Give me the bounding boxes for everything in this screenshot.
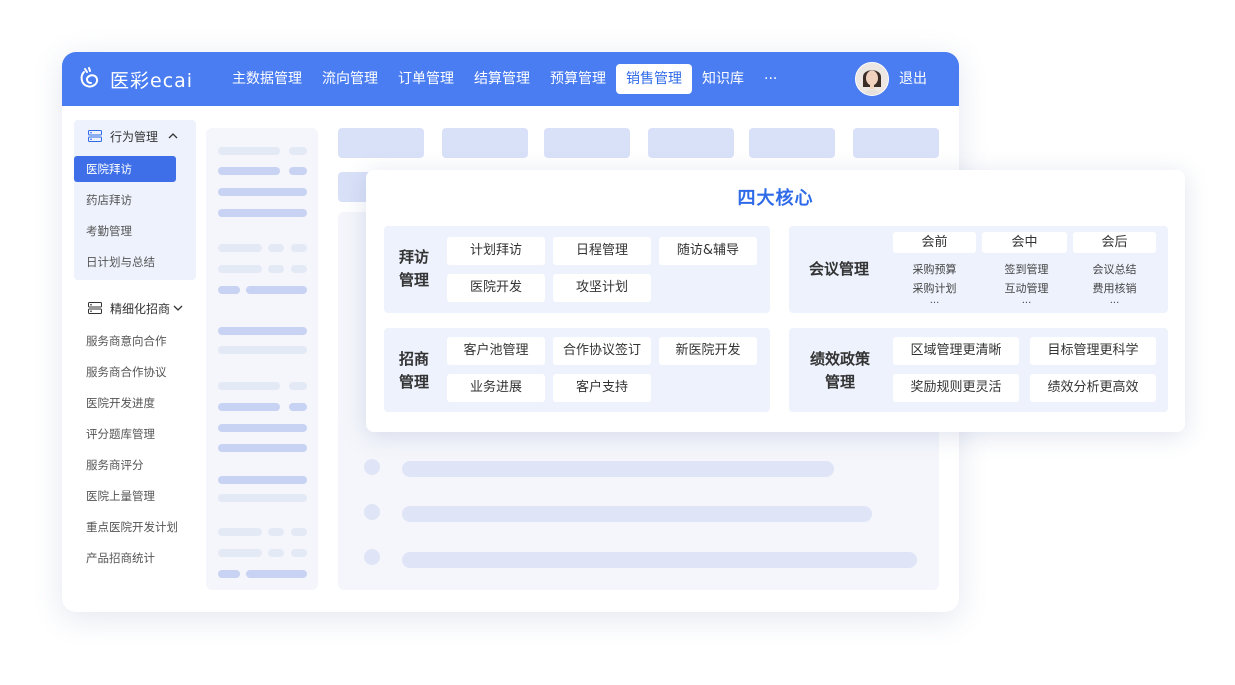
sidebar-item-cooperation-agreement[interactable]: 服务商合作协议 bbox=[74, 359, 176, 385]
sidebar-item-attendance[interactable]: 考勤管理 bbox=[74, 218, 176, 244]
nav-item-sales[interactable]: 销售管理 bbox=[616, 64, 692, 94]
before-more: ··· bbox=[929, 298, 940, 309]
nav-item-master-data[interactable]: 主数据管理 bbox=[222, 64, 312, 94]
skeleton-line bbox=[402, 552, 917, 568]
investment-management-box: 招商 管理 客户池管理 合作协议签订 新医院开发 业务进展 客户支持 bbox=[384, 328, 770, 412]
during-item: 互动管理 bbox=[1004, 282, 1049, 295]
before-item: 采购预算 bbox=[912, 263, 957, 276]
chip-customer-pool[interactable]: 客户池管理 bbox=[447, 337, 545, 365]
nav-item-orders[interactable]: 订单管理 bbox=[388, 64, 464, 94]
chip-during-meeting[interactable]: 会中 bbox=[982, 232, 1067, 253]
sidebar-group-label: 精细化招商 bbox=[110, 301, 171, 316]
logout-link[interactable]: 退出 bbox=[899, 64, 927, 94]
sidebar-item-pharmacy-visit[interactable]: 药店拜访 bbox=[74, 187, 176, 213]
chip-reward-rules[interactable]: 奖励规则更灵活 bbox=[893, 374, 1019, 402]
skeleton-tab bbox=[853, 128, 939, 158]
brand-logo[interactable]: 医彩ecai bbox=[78, 64, 193, 94]
skeleton-tab bbox=[442, 128, 528, 158]
after-item: 会议总结 bbox=[1092, 263, 1137, 276]
user-avatar[interactable] bbox=[855, 62, 889, 96]
sidebar-item-provider-score[interactable]: 服务商评分 bbox=[74, 452, 176, 478]
chip-performance-analysis[interactable]: 绩效分析更高效 bbox=[1030, 374, 1156, 402]
sidebar-group-label: 行为管理 bbox=[110, 129, 159, 144]
chip-region-management[interactable]: 区域管理更清晰 bbox=[893, 337, 1019, 365]
before-item: 采购计划 bbox=[912, 282, 957, 295]
four-core-card: 四大核心 拜访 管理 计划拜访 日程管理 随访&辅导 医院开发 攻坚计划 会议管… bbox=[366, 170, 1185, 432]
nav-more-button[interactable]: ··· bbox=[754, 64, 787, 94]
chip-business-progress[interactable]: 业务进展 bbox=[447, 374, 545, 402]
skeleton-dot bbox=[364, 459, 380, 475]
chip-plan-visit[interactable]: 计划拜访 bbox=[447, 237, 545, 265]
skeleton-tab bbox=[544, 128, 630, 158]
sidebar-item-hospital-volume[interactable]: 医院上量管理 bbox=[74, 483, 176, 509]
chip-follow-up[interactable]: 随访&辅导 bbox=[659, 237, 757, 265]
chip-agreement-signing[interactable]: 合作协议签订 bbox=[553, 337, 651, 365]
nav-item-settlement[interactable]: 结算管理 bbox=[464, 64, 540, 94]
server-icon bbox=[88, 302, 102, 314]
skeleton-tab bbox=[338, 128, 424, 158]
chevron-up-icon bbox=[168, 129, 178, 143]
sidebar-item-intent-cooperation[interactable]: 服务商意向合作 bbox=[74, 328, 176, 354]
chip-hospital-dev[interactable]: 医院开发 bbox=[447, 274, 545, 302]
chip-customer-support[interactable]: 客户支持 bbox=[553, 374, 651, 402]
nav-item-flow[interactable]: 流向管理 bbox=[312, 64, 388, 94]
chip-new-hospital-dev[interactable]: 新医院开发 bbox=[659, 337, 757, 365]
after-more: ··· bbox=[1109, 298, 1120, 309]
performance-management-label: 绩效政策 管理 bbox=[809, 350, 870, 391]
main-nav: 主数据管理 流向管理 订单管理 结算管理 预算管理 销售管理 知识库 ··· bbox=[222, 64, 787, 94]
logo-icon bbox=[78, 66, 104, 92]
meeting-management-box: 会议管理 会前 会中 会后 采购预算 采购计划 ··· 签到管理 互动管理 ··… bbox=[789, 226, 1168, 313]
sidebar-item-product-stats[interactable]: 产品招商统计 bbox=[74, 545, 176, 571]
skeleton-dot bbox=[364, 504, 380, 520]
sidebar-item-question-bank[interactable]: 评分题库管理 bbox=[74, 421, 176, 447]
chip-before-meeting[interactable]: 会前 bbox=[893, 232, 976, 253]
card-title: 四大核心 bbox=[737, 188, 814, 209]
sidebar-item-hospital-visit[interactable]: 医院拜访 bbox=[74, 156, 176, 182]
logo-text: 医彩ecai bbox=[110, 69, 194, 92]
visit-management-box: 拜访 管理 计划拜访 日程管理 随访&辅导 医院开发 攻坚计划 bbox=[384, 226, 770, 313]
during-item: 签到管理 bbox=[1004, 263, 1049, 276]
sidebar-group-behavior[interactable]: 行为管理 bbox=[74, 121, 196, 151]
skeleton-dot bbox=[364, 549, 380, 565]
during-more: ··· bbox=[1021, 298, 1032, 309]
chip-schedule[interactable]: 日程管理 bbox=[553, 237, 651, 265]
chip-tackle-plan[interactable]: 攻坚计划 bbox=[553, 274, 651, 302]
nav-item-budget[interactable]: 预算管理 bbox=[540, 64, 616, 94]
after-item: 费用核销 bbox=[1092, 282, 1137, 295]
skeleton-tab bbox=[648, 128, 734, 158]
nav-item-knowledge[interactable]: 知识库 bbox=[692, 64, 754, 94]
visit-management-label: 拜访 管理 bbox=[398, 248, 429, 289]
chip-after-meeting[interactable]: 会后 bbox=[1073, 232, 1156, 253]
performance-management-box: 绩效政策 管理 区域管理更清晰 目标管理更科学 奖励规则更灵活 绩效分析更高效 bbox=[789, 328, 1168, 412]
chevron-down-icon bbox=[173, 301, 183, 315]
sidebar-item-daily-plan[interactable]: 日计划与总结 bbox=[74, 249, 176, 275]
sidebar-group-investment[interactable]: 精细化招商 bbox=[74, 293, 196, 323]
skeleton-tab bbox=[749, 128, 835, 158]
investment-management-label: 招商 管理 bbox=[398, 350, 429, 391]
skeleton-list-panel bbox=[206, 128, 318, 590]
skeleton-line bbox=[402, 461, 834, 477]
sidebar-item-hospital-progress[interactable]: 医院开发进度 bbox=[74, 390, 176, 416]
meeting-management-label: 会议管理 bbox=[808, 260, 869, 278]
top-navigation-bar: 医彩ecai 主数据管理 流向管理 订单管理 结算管理 预算管理 销售管理 知识… bbox=[62, 52, 959, 106]
chip-target-management[interactable]: 目标管理更科学 bbox=[1030, 337, 1156, 365]
sidebar-item-key-hospital-plan[interactable]: 重点医院开发计划 bbox=[74, 514, 178, 540]
server-icon bbox=[88, 130, 102, 142]
skeleton-line bbox=[402, 506, 872, 522]
